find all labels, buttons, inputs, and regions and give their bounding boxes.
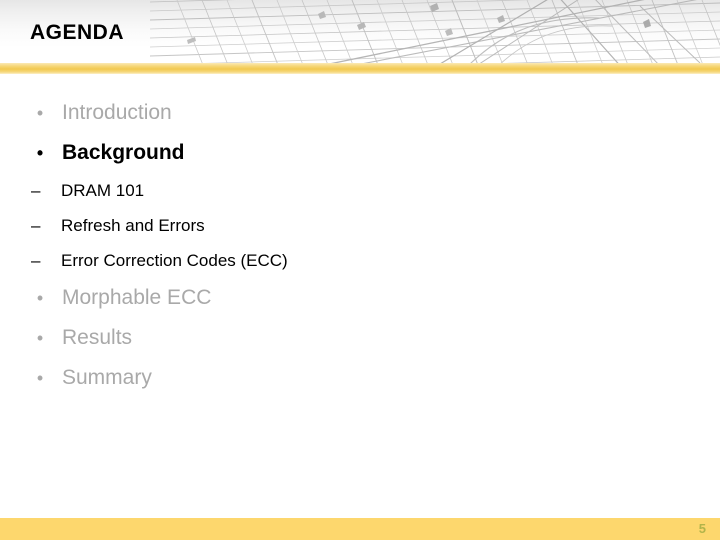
list-item[interactable]: – Error Correction Codes (ECC) (31, 243, 720, 278)
presentation-slide: AGENDA • Introduction • Background – DRA… (0, 0, 720, 540)
page-number: 5 (698, 521, 706, 536)
list-item[interactable]: • Morphable ECC (30, 278, 720, 318)
list-item[interactable]: – DRAM 101 (31, 173, 720, 208)
list-item[interactable]: – Refresh and Errors (31, 208, 720, 243)
list-item-label: Summary (62, 366, 152, 389)
bullet-dot-icon: • (36, 328, 44, 348)
list-item[interactable]: • Introduction (30, 93, 720, 133)
agenda-sublist: – DRAM 101 – Refresh and Errors – Error … (0, 173, 720, 278)
header-gold-rule (0, 63, 720, 74)
list-item-label: Morphable ECC (62, 286, 212, 309)
bullet-dot-icon: • (36, 288, 44, 308)
bullet-dot-icon: • (36, 143, 44, 163)
footer-gold-bar: 5 (0, 518, 720, 540)
dash-marker-icon: – (31, 216, 41, 235)
list-item-label: Background (62, 141, 185, 164)
slide-header: AGENDA (0, 0, 720, 63)
list-item-label: Results (62, 326, 133, 349)
list-item[interactable]: • Results (30, 318, 720, 358)
list-item[interactable]: • Summary (30, 358, 720, 398)
dash-marker-icon: – (31, 251, 41, 270)
list-item-label: Error Correction Codes (ECC) (61, 251, 288, 270)
agenda-content: • Introduction • Background – DRAM 101 –… (0, 93, 720, 398)
dash-marker-icon: – (31, 181, 41, 200)
list-item-label: DRAM 101 (61, 181, 145, 200)
list-item[interactable]: • Background (30, 133, 720, 173)
agenda-list: • Introduction • Background – DRAM 101 –… (0, 93, 720, 398)
list-item-label: Introduction (62, 101, 172, 124)
list-item-label: Refresh and Errors (61, 216, 205, 235)
page-title: AGENDA (30, 21, 125, 44)
bullet-dot-icon: • (36, 368, 44, 388)
bullet-dot-icon: • (36, 103, 44, 123)
